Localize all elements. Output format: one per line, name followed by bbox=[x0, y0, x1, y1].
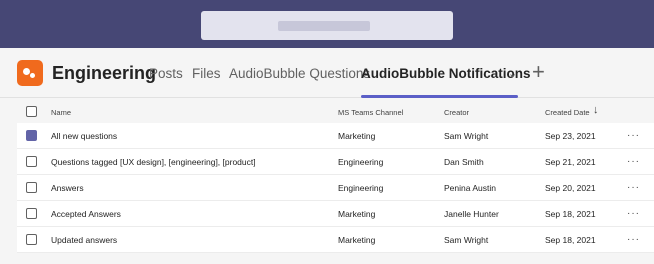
row-channel: Engineering bbox=[338, 157, 384, 167]
row-channel: Marketing bbox=[338, 131, 376, 141]
row-name: All new questions bbox=[51, 131, 118, 141]
table-row[interactable]: Answers Engineering Penina Austin Sep 20… bbox=[17, 175, 654, 201]
tab-audiobubble-notifications[interactable]: AudioBubble Notifications bbox=[361, 66, 531, 81]
more-options-icon[interactable]: ··· bbox=[627, 208, 640, 219]
table-row[interactable]: Questions tagged [UX design], [engineeri… bbox=[17, 149, 654, 175]
app-top-bar bbox=[0, 0, 654, 48]
more-options-icon[interactable]: ··· bbox=[627, 182, 640, 193]
row-channel: Marketing bbox=[338, 209, 376, 219]
arrow-down-icon[interactable]: ↓ bbox=[593, 104, 599, 116]
search-placeholder bbox=[278, 21, 370, 31]
plus-icon[interactable]: + bbox=[532, 59, 545, 85]
row-checkbox[interactable] bbox=[26, 234, 37, 245]
row-creator: Dan Smith bbox=[444, 157, 484, 167]
column-header-name[interactable]: Name bbox=[51, 108, 71, 117]
more-options-icon[interactable]: ··· bbox=[627, 234, 640, 245]
row-channel: Engineering bbox=[338, 183, 384, 193]
row-created-date: Sep 18, 2021 bbox=[545, 235, 596, 245]
table-row[interactable]: Updated answers Marketing Sam Wright Sep… bbox=[17, 227, 654, 253]
tab-posts[interactable]: Posts bbox=[149, 66, 183, 81]
row-channel: Marketing bbox=[338, 235, 376, 245]
row-name: Updated answers bbox=[51, 235, 118, 245]
row-created-date: Sep 21, 2021 bbox=[545, 157, 596, 167]
row-name: Questions tagged [UX design], [engineeri… bbox=[51, 157, 256, 167]
select-all-checkbox[interactable] bbox=[26, 106, 37, 117]
row-name: Accepted Answers bbox=[51, 209, 121, 219]
search-bar[interactable] bbox=[201, 11, 453, 40]
row-creator: Janelle Hunter bbox=[444, 209, 499, 219]
column-header-channel[interactable]: MS Teams Channel bbox=[338, 108, 403, 117]
row-creator: Sam Wright bbox=[444, 235, 489, 245]
row-created-date: Sep 20, 2021 bbox=[545, 183, 596, 193]
column-header-created-date[interactable]: Created Date bbox=[545, 108, 590, 117]
row-creator: Sam Wright bbox=[444, 131, 489, 141]
row-creator: Penina Austin bbox=[444, 183, 496, 193]
row-checkbox[interactable] bbox=[26, 182, 37, 193]
tab-files[interactable]: Files bbox=[192, 66, 221, 81]
row-checkbox[interactable] bbox=[26, 208, 37, 219]
tab-audiobubble-questions[interactable]: AudioBubble Questions bbox=[229, 66, 370, 81]
row-checkbox[interactable] bbox=[26, 156, 37, 167]
team-icon bbox=[17, 60, 43, 86]
row-checkbox[interactable] bbox=[26, 130, 37, 141]
table-row[interactable]: All new questions Marketing Sam Wright S… bbox=[17, 123, 654, 149]
active-tab-indicator bbox=[361, 95, 518, 98]
table-row[interactable]: Accepted Answers Marketing Janelle Hunte… bbox=[17, 201, 654, 227]
table-header: Name MS Teams Channel Creator Created Da… bbox=[17, 101, 654, 123]
chevron-down-icon[interactable]: ⌄ bbox=[508, 67, 517, 80]
more-options-icon[interactable]: ··· bbox=[627, 156, 640, 167]
more-options-icon[interactable]: ··· bbox=[627, 130, 640, 141]
channel-tab-bar: Engineering Posts Files AudioBubble Ques… bbox=[0, 48, 654, 98]
row-name: Answers bbox=[51, 183, 84, 193]
row-created-date: Sep 23, 2021 bbox=[545, 131, 596, 141]
team-name: Engineering bbox=[52, 63, 157, 83]
row-created-date: Sep 18, 2021 bbox=[545, 209, 596, 219]
column-header-creator[interactable]: Creator bbox=[444, 108, 469, 117]
